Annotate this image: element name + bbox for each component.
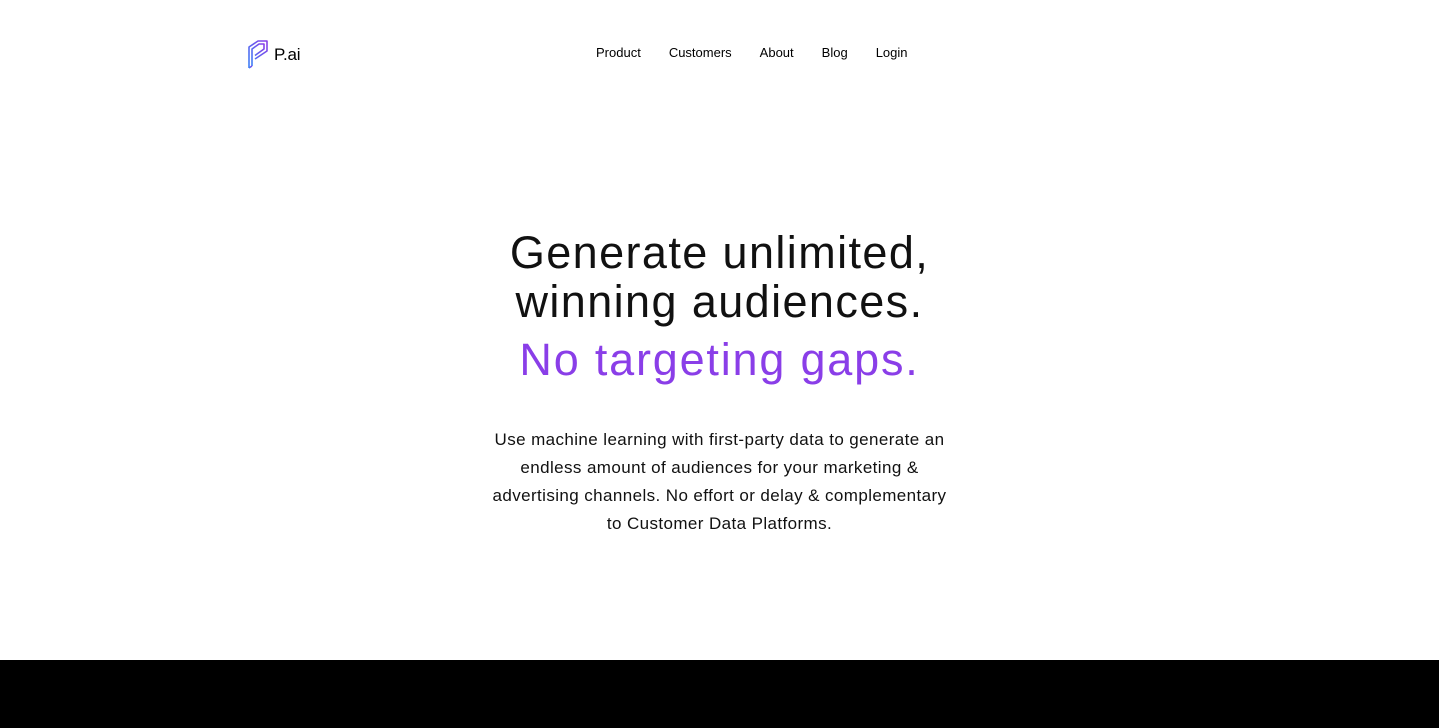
hero-title: Generate unlimited, winning audiences. <box>0 228 1439 326</box>
main-nav: Product Customers About Blog Login <box>596 44 908 62</box>
pai-logo-icon <box>248 40 268 69</box>
hero-section: Generate unlimited, winning audiences. N… <box>0 228 1439 538</box>
page: P.ai Product Customers About Blog Login … <box>0 0 1439 728</box>
nav-item-login[interactable]: Login <box>876 44 908 62</box>
hero-accent-heading: No targeting gaps. <box>519 334 920 385</box>
nav-item-blog[interactable]: Blog <box>822 44 848 62</box>
nav-item-customers[interactable]: Customers <box>669 44 732 62</box>
nav-item-about[interactable]: About <box>760 44 794 62</box>
hero-title-line-1: Generate unlimited, <box>509 227 930 278</box>
site-header: P.ai Product Customers About Blog Login <box>0 0 1439 105</box>
dark-section <box>0 660 1439 728</box>
hero-title-line-2: winning audiences. <box>515 276 924 327</box>
hero-description: Use machine learning with first-party da… <box>492 430 947 533</box>
brand-name: P.ai <box>274 45 301 64</box>
nav-item-product[interactable]: Product <box>596 44 641 62</box>
logo-link[interactable]: P.ai <box>247 38 301 70</box>
